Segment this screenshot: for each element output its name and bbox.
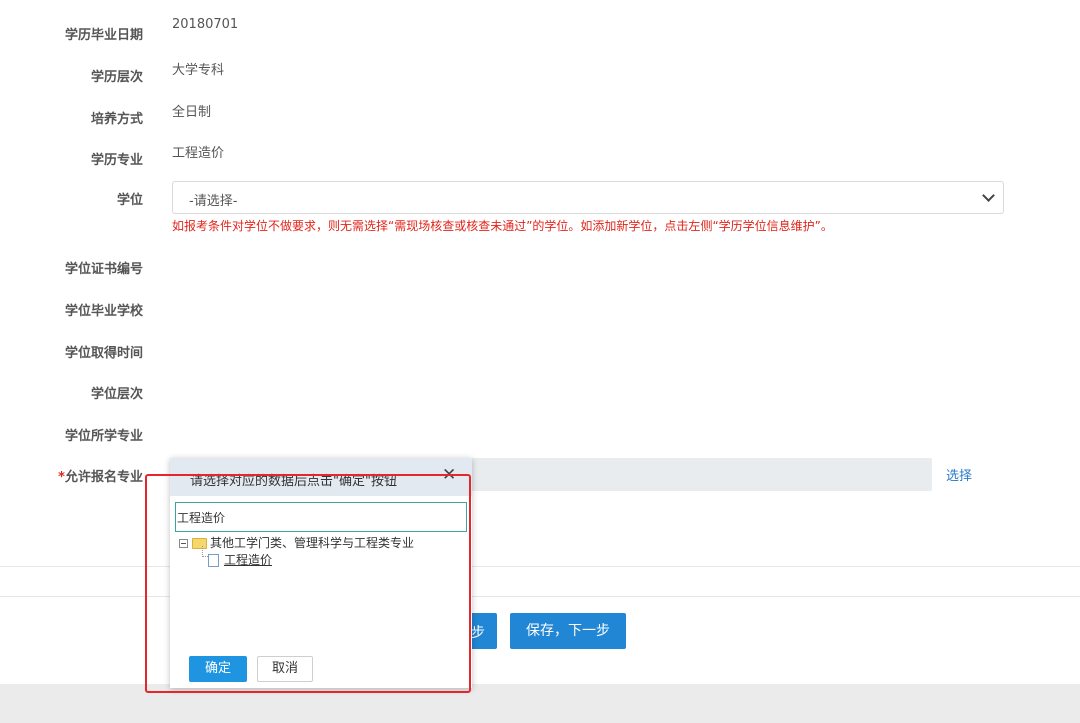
row-education-major: 学历专业 工程造价 (0, 146, 1080, 177)
required-marker: * (58, 470, 65, 485)
degree-level-label: 学位层次 (90, 387, 143, 402)
study-mode-value: 全日制 (172, 105, 212, 120)
degree-date-label: 学位取得时间 (64, 346, 143, 361)
degree-select[interactable]: -请选择- (172, 181, 1004, 214)
study-mode-label: 培养方式 (90, 112, 143, 127)
degree-label: 学位 (116, 193, 143, 208)
degree-school-label: 学位毕业学校 (64, 304, 143, 319)
education-level-value: 大学专科 (172, 63, 225, 78)
allowed-major-label: *允许报名专业 (58, 470, 143, 485)
chevron-down-icon (982, 189, 995, 202)
collapse-icon[interactable] (179, 539, 188, 548)
row-degree-school: 学位毕业学校 (0, 300, 1080, 330)
degree-major-label: 学位所学专业 (64, 429, 143, 444)
row-study-mode: 培养方式 全日制 (0, 105, 1080, 136)
education-level-label: 学历层次 (90, 70, 143, 85)
page-footer (0, 684, 1080, 723)
document-icon (208, 554, 219, 567)
major-picker-dialog: 请选择对应的数据后点击"确定"按钮 ✕ 工程造价 其他工学门类、管理科学与工程类… (170, 458, 472, 688)
dialog-header: 请选择对应的数据后点击"确定"按钮 ✕ (170, 458, 472, 496)
row-education-level: 学历层次 大学专科 (0, 63, 1080, 94)
education-major-label: 学历专业 (90, 153, 143, 168)
divider (0, 596, 1080, 597)
row-degree-major: 学位所学专业 (0, 425, 1080, 455)
tree-node-parent-label: 其他工学门类、管理科学与工程类专业 (210, 536, 415, 550)
cancel-button[interactable]: 取消 (257, 656, 313, 682)
close-icon[interactable]: ✕ (442, 467, 456, 484)
save-next-button[interactable]: 保存，下一步 (510, 613, 626, 649)
row-degree-cert-no: 学位证书编号 (0, 258, 1080, 288)
search-value: 工程造价 (177, 511, 226, 525)
tree-node-child-label[interactable]: 工程造价 (224, 553, 272, 567)
row-degree-date: 学位取得时间 (0, 342, 1080, 372)
education-major-value: 工程造价 (172, 146, 225, 161)
tree-node-parent[interactable]: 其他工学门类、管理科学与工程类专业 (179, 534, 414, 551)
dialog-title: 请选择对应的数据后点击"确定"按钮 (190, 474, 397, 489)
row-graduation-date: 学历毕业日期 20180701 (0, 17, 1080, 52)
tree-node-child[interactable]: 工程造价 (208, 551, 272, 568)
graduation-date-label: 学历毕业日期 (64, 28, 143, 43)
graduation-date-value: 20180701 (172, 17, 239, 32)
degree-cert-no-label: 学位证书编号 (64, 262, 143, 277)
degree-select-value: -请选择- (189, 194, 238, 209)
confirm-button[interactable]: 确定 (189, 656, 247, 682)
divider (0, 566, 1080, 567)
major-search-input[interactable]: 工程造价 (175, 502, 467, 532)
degree-hint: 如报考条件对学位不做要求，则无需选择“需现场核查或核查未通过”的学位。如添加新学… (172, 219, 833, 233)
select-major-link[interactable]: 选择 (946, 465, 972, 484)
row-degree-level: 学位层次 (0, 383, 1080, 413)
